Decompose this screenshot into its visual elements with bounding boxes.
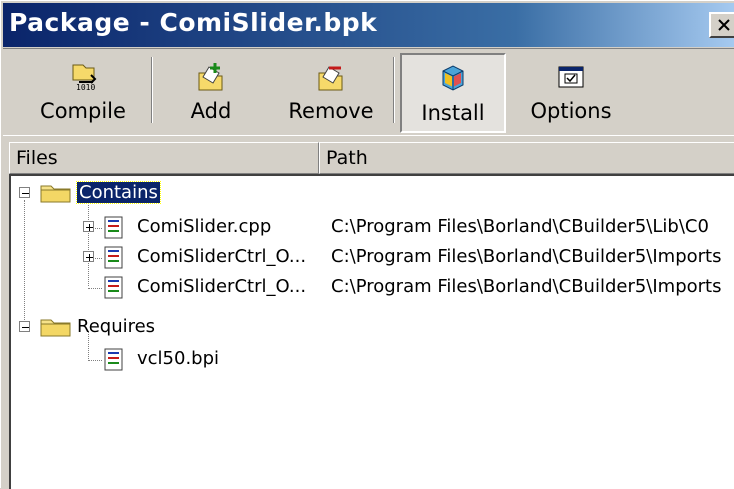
compile-label: Compile: [40, 99, 126, 123]
options-icon: [555, 59, 587, 97]
install-icon: [437, 61, 469, 99]
toolbar-separator: [151, 57, 153, 123]
file-tree[interactable]: Contains ComiSlider.cpp C:\Program Files…: [9, 174, 734, 489]
collapse-icon[interactable]: [19, 321, 30, 332]
toolbar-separator: [393, 57, 395, 123]
tree-item-label: Contains: [76, 181, 161, 204]
column-header-path[interactable]: Path: [319, 142, 734, 174]
column-header-files[interactable]: Files: [9, 142, 319, 174]
close-button[interactable]: [709, 12, 734, 38]
file-icon: [103, 276, 125, 305]
file-icon: [103, 246, 125, 275]
title-bar[interactable]: Package - ComiSlider.bpk: [3, 3, 734, 47]
add-label: Add: [190, 99, 232, 123]
file-icon: [103, 216, 125, 245]
window-title: Package - ComiSlider.bpk: [9, 8, 378, 37]
tree-item-label: ComiSliderCtrl_O...: [137, 276, 307, 297]
close-icon: [718, 19, 730, 31]
add-icon: [195, 59, 227, 97]
files-list: Files Path Contains ComiSlider.cpp C:\Pr…: [9, 142, 734, 489]
tree-row-contains[interactable]: Contains: [11, 178, 734, 208]
compile-button[interactable]: 1010 Compile: [33, 53, 133, 133]
file-path: C:\Program Files\Borland\CBuilder5\Impor…: [331, 276, 722, 297]
svg-text:1010: 1010: [76, 83, 95, 92]
tree-item-label: vcl50.bpi: [137, 348, 220, 369]
options-label: Options: [530, 99, 612, 123]
options-button[interactable]: Options: [521, 53, 621, 133]
folder-icon: [39, 316, 73, 343]
tree-row[interactable]: vcl50.bpi: [11, 344, 734, 374]
file-icon: [103, 348, 125, 377]
expand-icon[interactable]: [83, 221, 94, 232]
tree-item-label: Requires: [77, 316, 156, 337]
file-path: C:\Program Files\Borland\CBuilder5\Lib\C…: [331, 216, 709, 237]
install-button[interactable]: Install: [400, 53, 506, 133]
folder-icon: [39, 182, 73, 209]
tree-item-label: ComiSlider.cpp: [137, 216, 272, 237]
collapse-icon[interactable]: [19, 187, 30, 198]
add-button[interactable]: Add: [171, 53, 251, 133]
tree-row[interactable]: ComiSliderCtrl_O... C:\Program Files\Bor…: [11, 242, 734, 272]
toolbar: 1010 Compile Add Remove Install Options: [3, 48, 734, 136]
expand-icon[interactable]: [83, 251, 94, 262]
file-path: C:\Program Files\Borland\CBuilder5\Impor…: [331, 246, 722, 267]
install-label: Install: [421, 101, 485, 125]
remove-label: Remove: [288, 99, 374, 123]
package-window: Package - ComiSlider.bpk 1010 Compile Ad…: [0, 0, 734, 489]
tree-row-requires[interactable]: Requires: [11, 312, 734, 342]
compile-icon: 1010: [67, 59, 99, 97]
tree-row[interactable]: ComiSlider.cpp C:\Program Files\Borland\…: [11, 212, 734, 242]
remove-icon: [315, 59, 347, 97]
tree-row[interactable]: ComiSliderCtrl_O... C:\Program Files\Bor…: [11, 272, 734, 302]
tree-item-label: ComiSliderCtrl_O...: [137, 246, 307, 267]
remove-button[interactable]: Remove: [281, 53, 381, 133]
